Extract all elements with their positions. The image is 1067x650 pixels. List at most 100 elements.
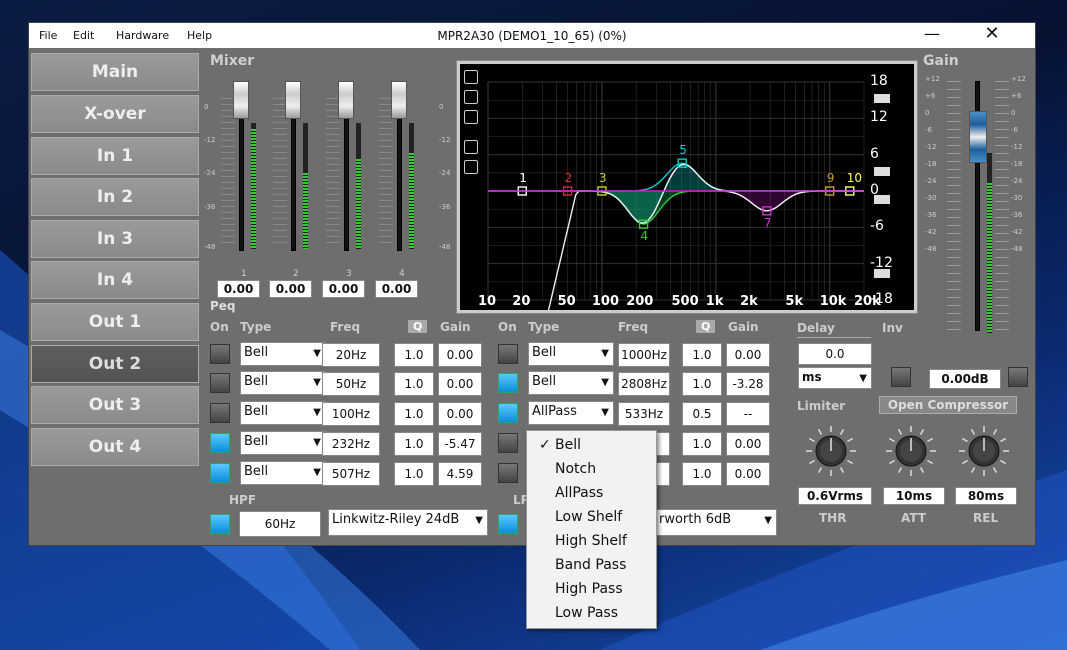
mixer-fader-handle[interactable] xyxy=(285,81,301,119)
nav-in-1[interactable]: In 1 xyxy=(31,137,199,175)
dropdown-item-band-pass[interactable]: Band Pass xyxy=(527,553,656,577)
peq-band-freq-field[interactable]: 232Hz xyxy=(322,432,380,456)
peq-band-gain-field[interactable]: 0.00 xyxy=(438,343,482,367)
nav-in-3[interactable]: In 3 xyxy=(31,220,199,258)
dropdown-item-notch[interactable]: Notch xyxy=(527,457,656,481)
dropdown-item-bell[interactable]: ✓ Bell xyxy=(527,433,656,457)
dropdown-item-low-pass[interactable]: Low Pass xyxy=(527,601,656,625)
peq-band-type-select[interactable]: Bell ▼ xyxy=(240,342,326,366)
hpf-enable-checkbox[interactable] xyxy=(210,514,230,534)
peq-band-q-field[interactable]: 1.0 xyxy=(394,343,434,367)
open-compressor-button[interactable]: Open Compressor xyxy=(879,396,1017,414)
peq-band-freq-field[interactable]: 100Hz xyxy=(322,402,380,426)
camera-icon[interactable] xyxy=(464,90,478,104)
peq-band-freq-field[interactable]: 50Hz xyxy=(322,372,380,396)
peq-band-gain-field[interactable]: 4.59 xyxy=(438,462,482,486)
peq-band-gain-field[interactable]: 0.00 xyxy=(726,343,770,367)
peq-band-enable-checkbox[interactable] xyxy=(210,344,230,364)
mixer-channel-value[interactable]: 0.00 xyxy=(322,280,365,298)
nav-out-4[interactable]: Out 4 xyxy=(31,428,199,466)
threshold-field[interactable]: 0.6Vrms xyxy=(798,487,872,505)
attack-field[interactable]: 10ms xyxy=(883,487,945,505)
hpf-type-select[interactable]: Linkwitz-Riley 24dB ▼ xyxy=(328,509,488,536)
text-tool-icon[interactable] xyxy=(464,140,478,154)
peq-band-q-field[interactable]: 1.0 xyxy=(394,372,434,396)
peq-band-type-select[interactable]: Bell ▼ xyxy=(240,401,326,425)
peq-band-enable-checkbox[interactable] xyxy=(210,373,230,393)
delay-unit-select[interactable]: ms ▼ xyxy=(798,367,872,389)
up-arrow-icon[interactable] xyxy=(874,167,890,176)
peq-band-q-field[interactable]: 0.5 xyxy=(682,402,722,426)
peq-band-type-select[interactable]: Bell ▼ xyxy=(240,461,326,485)
peq-band-q-field[interactable]: 1.0 xyxy=(682,343,722,367)
eq-graph[interactable]: 1 2 3 4 5 7 9 10 18 12 6 0 -6 -12 -18 10 20 50 100 200 500 1… xyxy=(456,60,918,314)
dropdown-item-low-shelf[interactable]: Low Shelf xyxy=(527,505,656,529)
attack-knob[interactable] xyxy=(885,425,937,477)
peq-band-q-field[interactable]: 1.0 xyxy=(394,402,434,426)
mixer-channel-value[interactable]: 0.00 xyxy=(375,280,418,298)
peq-band-enable-checkbox[interactable] xyxy=(498,344,518,364)
peq-band-type-select[interactable]: AllPass ▼ xyxy=(528,401,614,425)
mixer-channel-value[interactable]: 0.00 xyxy=(269,280,312,298)
magnifier-icon[interactable] xyxy=(464,110,478,124)
nav-in-4[interactable]: In 4 xyxy=(31,261,199,299)
dropdown-item-high-shelf[interactable]: High Shelf xyxy=(527,529,656,553)
peq-band-gain-field[interactable]: -- xyxy=(726,402,770,426)
peq-band-gain-field[interactable]: 0.00 xyxy=(438,372,482,396)
peq-band-type-select[interactable]: Bell ▼ xyxy=(240,431,326,455)
nav-out-2[interactable]: Out 2 xyxy=(31,345,199,383)
mixer-channel-value[interactable]: 0.00 xyxy=(217,280,260,298)
release-field[interactable]: 80ms xyxy=(955,487,1017,505)
nav-in-2[interactable]: In 2 xyxy=(31,178,199,216)
output-gain-field[interactable]: 0.00dB xyxy=(929,369,1001,389)
peq-band-enable-checkbox[interactable] xyxy=(210,463,230,483)
mixer-fader-handle[interactable] xyxy=(233,81,249,119)
up-arrow-icon[interactable] xyxy=(874,269,890,278)
delay-value-field[interactable]: 0.0 xyxy=(798,343,872,365)
nav-main[interactable]: Main xyxy=(31,53,199,91)
peq-band-gain-field[interactable]: 0.00 xyxy=(438,402,482,426)
mixer-fader-handle[interactable] xyxy=(338,81,354,119)
minimize-button[interactable]: — xyxy=(917,23,947,48)
peq-band-enable-checkbox[interactable] xyxy=(498,373,518,393)
peq-band-gain-field[interactable]: 0.00 xyxy=(726,462,770,486)
peq-band-enable-checkbox[interactable] xyxy=(498,403,518,423)
up-arrow-icon[interactable] xyxy=(874,94,890,103)
graph-mode-icon[interactable] xyxy=(464,160,478,174)
peq-band-freq-field[interactable]: 2808Hz xyxy=(618,372,670,396)
output-mute-checkbox[interactable] xyxy=(1008,367,1028,387)
nav-out-1[interactable]: Out 1 xyxy=(31,303,199,341)
peq-band-type-select[interactable]: Bell ▼ xyxy=(528,342,614,366)
peq-band-gain-field[interactable]: -3.28 xyxy=(726,372,770,396)
peq-band-gain-field[interactable]: -5.47 xyxy=(438,432,482,456)
nav-out-3[interactable]: Out 3 xyxy=(31,386,199,424)
close-button[interactable]: ✕ xyxy=(977,23,1007,48)
peq-band-gain-field[interactable]: 0.00 xyxy=(726,432,770,456)
peq-band-q-field[interactable]: 1.0 xyxy=(682,372,722,396)
dropdown-item-allpass[interactable]: AllPass xyxy=(527,481,656,505)
peq-band-q-field[interactable]: 1.0 xyxy=(394,462,434,486)
mixer-fader-handle[interactable] xyxy=(391,81,407,119)
down-arrow-icon[interactable] xyxy=(874,195,890,204)
peq-band-q-field[interactable]: 1.0 xyxy=(682,462,722,486)
peq-band-enable-checkbox[interactable] xyxy=(498,463,518,483)
gain-fader-handle[interactable] xyxy=(969,111,987,163)
lpf-enable-checkbox[interactable] xyxy=(498,514,518,534)
peq-band-type-select[interactable]: Bell ▼ xyxy=(528,371,614,395)
threshold-knob[interactable] xyxy=(805,425,857,477)
dropdown-item-high-pass[interactable]: High Pass xyxy=(527,577,656,601)
peq-band-q-field[interactable]: 1.0 xyxy=(682,432,722,456)
hpf-freq-field[interactable]: 60Hz xyxy=(239,511,321,537)
peq-band-freq-field[interactable]: 507Hz xyxy=(322,462,380,486)
peq-band-enable-checkbox[interactable] xyxy=(210,403,230,423)
peq-band-freq-field[interactable]: 533Hz xyxy=(618,402,670,426)
peq-band-q-field[interactable]: 1.0 xyxy=(394,432,434,456)
zoom-extent-icon[interactable] xyxy=(464,70,478,84)
invert-checkbox[interactable] xyxy=(891,367,911,387)
peq-band-type-select[interactable]: Bell ▼ xyxy=(240,371,326,395)
nav-x-over[interactable]: X-over xyxy=(31,95,199,133)
lpf-type-select[interactable]: rworth 6dB ▼ xyxy=(655,509,777,536)
peq-band-enable-checkbox[interactable] xyxy=(210,433,230,453)
peq-band-freq-field[interactable]: 1000Hz xyxy=(618,343,670,367)
peq-band-enable-checkbox[interactable] xyxy=(498,433,518,453)
